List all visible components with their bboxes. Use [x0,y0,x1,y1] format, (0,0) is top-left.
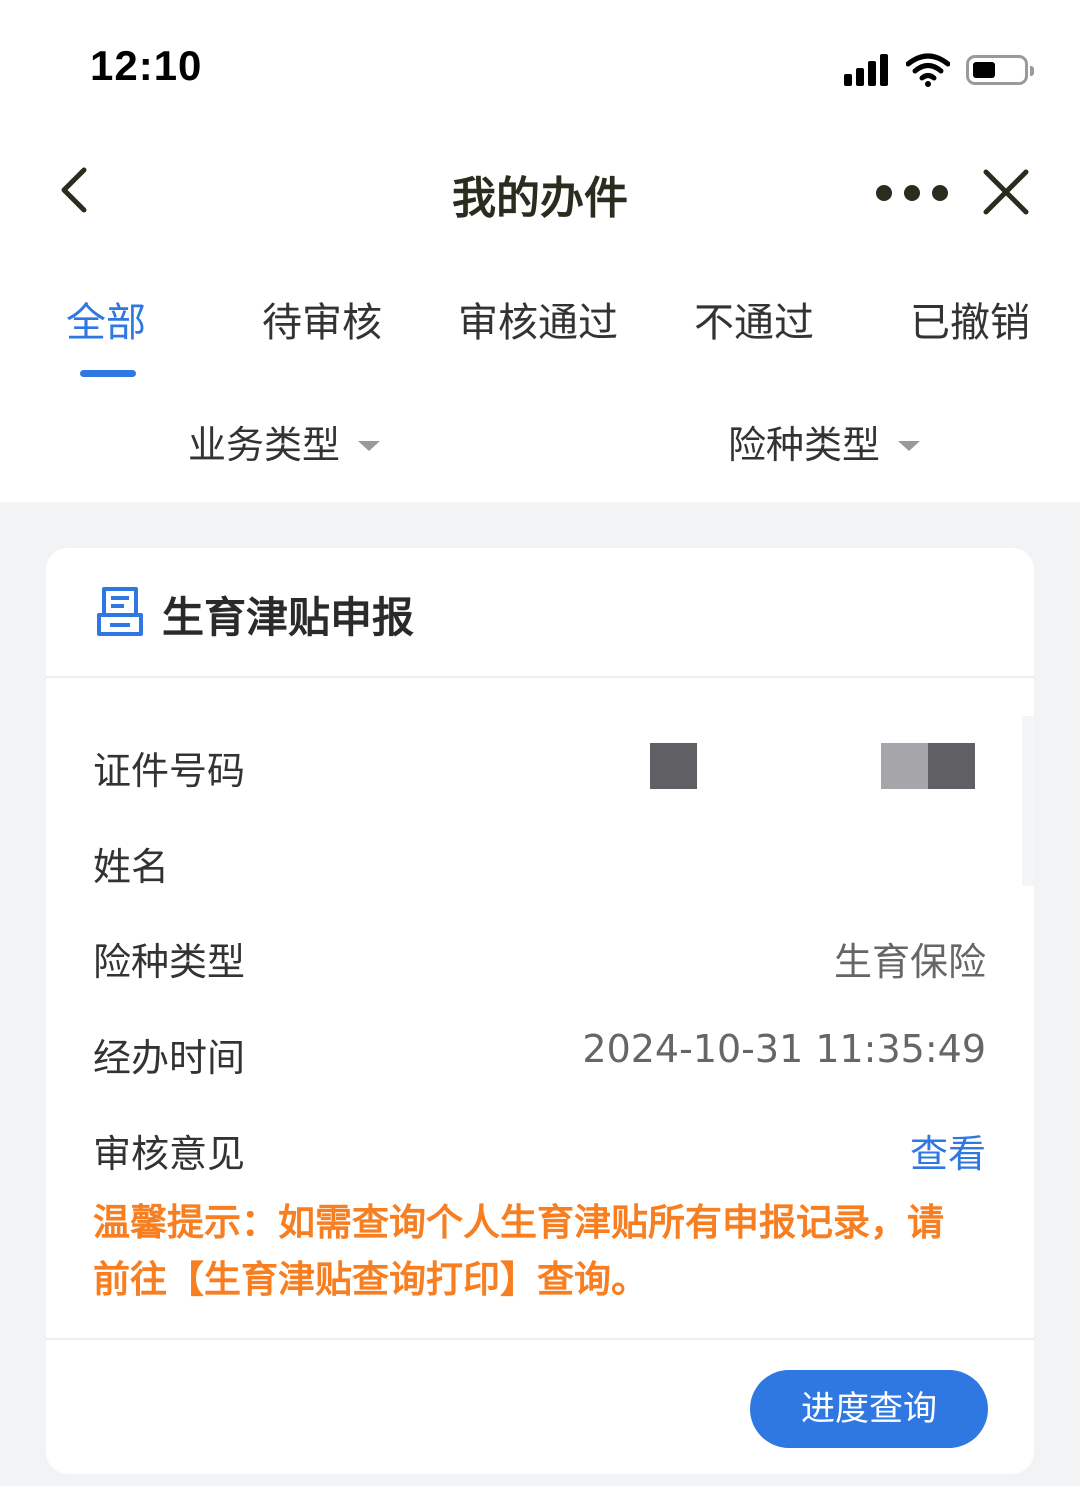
more-dots-icon[interactable] [876,180,948,206]
signal-icon [844,54,888,86]
battery-icon [966,55,1034,85]
filter-insurance-type-label: 险种类型 [728,423,881,467]
card-header: 生育津贴申报 [46,548,1034,678]
filter-business-type[interactable]: 业务类型 [188,414,381,469]
name-label: 姓名 [93,845,170,889]
status-icons [844,50,1034,90]
handle-time-value: 2024-10-31 11:35:49 [582,1027,986,1071]
tab-pending[interactable]: 待审核 [262,290,382,348]
tab-revoked[interactable]: 已撤销 [910,290,1030,348]
progress-query-button[interactable]: 进度查询 [750,1370,988,1448]
handle-time-label: 经办时间 [93,1036,246,1080]
tab-indicator [80,370,136,377]
tab-approved[interactable]: 审核通过 [458,290,618,348]
document-icon [97,587,143,636]
id-number-redacted [928,743,975,789]
review-opinion-label: 审核意见 [93,1132,246,1176]
caret-down-icon [358,440,381,451]
id-number-label: 证件号码 [93,749,246,793]
card-divider [46,1338,1034,1340]
application-card[interactable]: 生育津贴申报 证件号码 姓名 险种类型 生育保险 经办时间 2024-10-31… [46,548,1034,1474]
tab-rejected[interactable]: 不通过 [694,290,814,348]
tab-all[interactable]: 全部 [66,290,146,348]
card-title: 生育津贴申报 [162,593,415,642]
status-time: 12:10 [90,42,203,89]
caret-down-icon [898,440,921,451]
id-number-redacted [650,743,697,789]
close-icon[interactable] [976,162,1036,222]
warm-tip: 温馨提示：如需查询个人生育津贴所有申报记录，请前往【生育津贴查询打印】查询。 [93,1201,944,1301]
wifi-icon [906,53,950,87]
filter-business-type-label: 业务类型 [188,423,341,467]
view-opinion-link[interactable]: 查看 [910,1123,986,1178]
insurance-type-value: 生育保险 [833,940,986,984]
id-number-redacted [881,743,928,789]
insurance-type-label: 险种类型 [93,940,246,984]
filter-insurance-type[interactable]: 险种类型 [728,414,921,469]
scroll-indicator [1022,716,1034,886]
